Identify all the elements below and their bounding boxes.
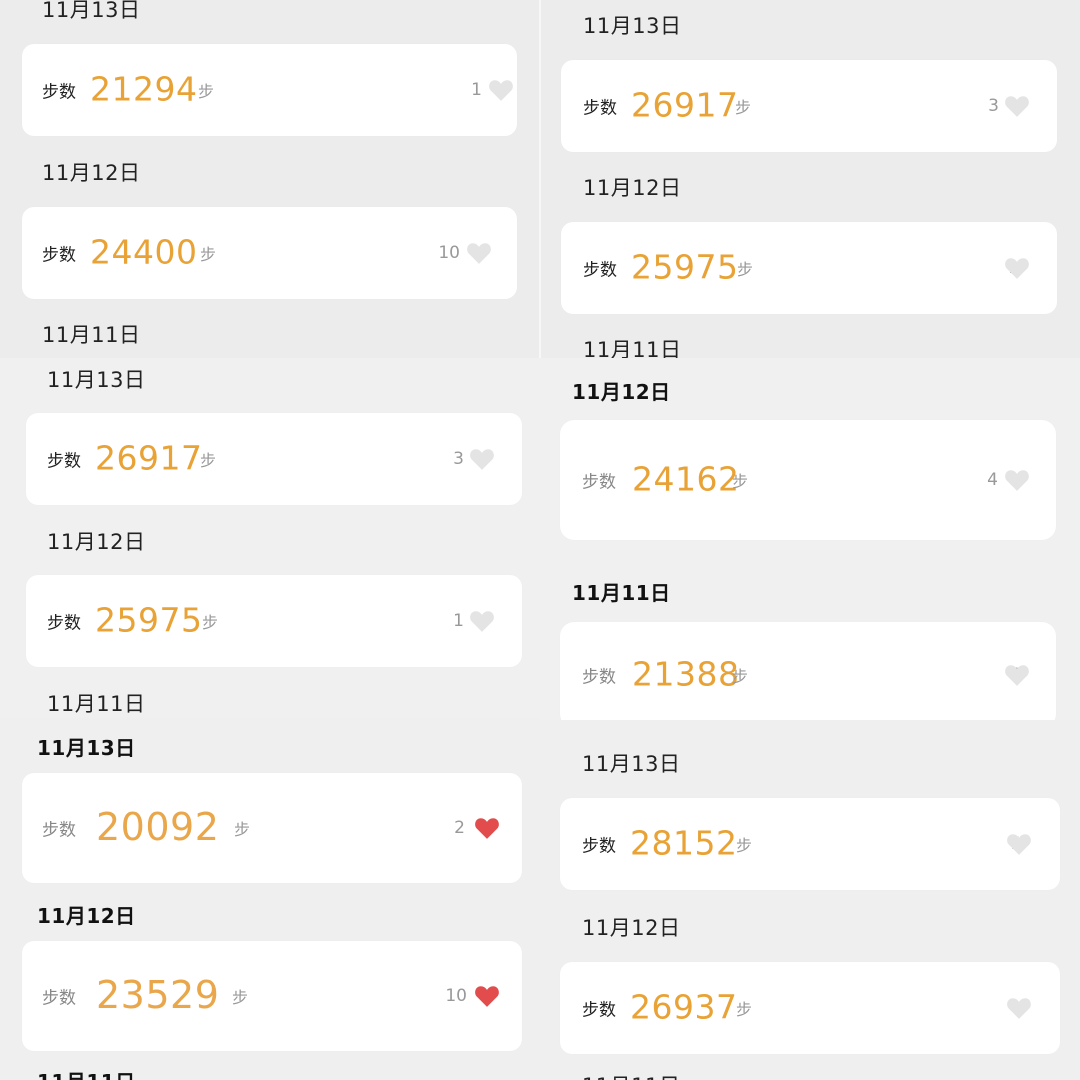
date-header: 11月11日 [572, 581, 671, 605]
step-label: 步数 [42, 820, 76, 841]
step-count: 25975 [95, 600, 203, 640]
step-count: 20092 [96, 805, 220, 850]
date-header: 11月13日 [582, 752, 681, 776]
heart-icon[interactable] [1006, 996, 1032, 1020]
step-unit: 步 [735, 98, 752, 117]
heart-icon[interactable] [1006, 832, 1032, 856]
step-feed-panel-5: 11月13日 步数 20092 步 2 11月12日 步数 23529 步 10… [0, 718, 540, 1080]
step-label: 步数 [582, 836, 616, 857]
step-feed-panel-1: 11月13日 步数 21294 步 1 11月12日 步数 24400 步 10… [0, 0, 540, 358]
like-count: 10 [445, 986, 467, 1006]
step-card[interactable]: 步数 26917 步 3 [561, 60, 1057, 152]
heart-icon[interactable] [1004, 94, 1030, 118]
date-header: 11月12日 [37, 904, 136, 928]
like-count: 3 [453, 449, 464, 469]
step-unit: 步 [200, 451, 217, 470]
step-card[interactable]: 步数 20092 步 2 [22, 773, 522, 883]
panel-divider [539, 0, 541, 358]
heart-icon[interactable] [469, 447, 495, 471]
step-count: 25975 [631, 247, 739, 287]
step-card[interactable]: 步数 21294 步 1 [22, 44, 517, 136]
step-feed-panel-3: 11月13日 步数 26917 步 3 11月12日 步数 25975 步 1 … [0, 358, 540, 718]
step-label: 步数 [583, 260, 617, 281]
step-unit: 步 [732, 667, 749, 686]
heart-icon[interactable] [474, 984, 500, 1008]
step-unit: 步 [736, 836, 753, 855]
heart-icon[interactable] [1004, 663, 1030, 687]
heart-icon[interactable] [474, 816, 500, 840]
step-count: 24400 [90, 232, 198, 272]
step-count: 26917 [95, 438, 203, 478]
step-label: 步数 [42, 245, 76, 266]
step-card[interactable]: 步数 28152 步 7 [560, 798, 1060, 890]
step-card[interactable]: 步数 23529 步 10 [22, 941, 522, 1051]
step-feed-panel-4: 11月12日 步数 24162 步 4 11月11日 步数 21388 步 6 [540, 358, 1080, 720]
step-count: 28152 [630, 823, 738, 863]
heart-icon[interactable] [469, 609, 495, 633]
step-label: 步数 [582, 1000, 616, 1021]
step-card[interactable]: 步数 24162 步 4 [560, 420, 1056, 540]
step-feed-panel-2: 11月13日 步数 26917 步 3 11月12日 步数 25975 步 1 … [541, 0, 1080, 358]
step-unit: 步 [232, 988, 249, 1007]
step-label: 步数 [582, 472, 616, 493]
like-count: 1 [471, 80, 482, 100]
step-unit: 步 [200, 245, 217, 264]
like-count: 10 [438, 243, 460, 263]
step-card[interactable]: 步数 26917 步 3 [26, 413, 522, 505]
step-label: 步数 [47, 613, 81, 634]
date-header: 11月13日 [583, 14, 682, 38]
like-count: 2 [454, 818, 465, 838]
step-unit: 步 [737, 260, 754, 279]
date-header: 11月12日 [583, 176, 682, 200]
step-label: 步数 [582, 667, 616, 688]
step-label: 步数 [47, 451, 81, 472]
date-header: 11月11日 [582, 1070, 680, 1080]
date-header: 11月13日 [37, 736, 136, 760]
step-label: 步数 [42, 988, 76, 1009]
like-count: 1 [453, 611, 464, 631]
heart-icon[interactable] [488, 78, 514, 102]
step-feed-panel-6: 11月13日 步数 28152 步 7 11月12日 步数 26937 步 4 … [540, 720, 1080, 1080]
step-label: 步数 [42, 82, 76, 103]
step-unit: 步 [234, 820, 251, 839]
date-header: 11月12日 [42, 161, 141, 185]
step-count: 24162 [632, 459, 740, 499]
step-card[interactable]: 步数 21388 步 6 [560, 622, 1056, 720]
step-unit: 步 [198, 82, 215, 101]
step-unit: 步 [202, 613, 219, 632]
date-header: 11月12日 [572, 380, 671, 404]
heart-icon[interactable] [1004, 468, 1030, 492]
date-header: 11月11日 [42, 323, 141, 347]
date-header: 11月12日 [582, 916, 681, 940]
step-count: 26917 [631, 85, 739, 125]
step-label: 步数 [583, 98, 617, 119]
like-count: 3 [988, 96, 999, 116]
step-count: 23529 [96, 973, 220, 1018]
date-header: 11月11日 [583, 338, 682, 358]
step-card[interactable]: 步数 24400 步 10 [22, 207, 517, 299]
step-card[interactable]: 步数 25975 步 1 [561, 222, 1057, 314]
date-header: 11月13日 [47, 368, 146, 392]
step-count: 21388 [632, 654, 740, 694]
step-count: 26937 [630, 987, 738, 1027]
heart-icon[interactable] [466, 241, 492, 265]
date-header: 11月11日 [47, 692, 146, 716]
step-card[interactable]: 步数 25975 步 1 [26, 575, 522, 667]
date-header: 11月12日 [47, 530, 146, 554]
step-unit: 步 [736, 1000, 753, 1019]
step-card[interactable]: 步数 26937 步 4 [560, 962, 1060, 1054]
step-unit: 步 [732, 472, 749, 491]
date-header: 11月11日 [37, 1066, 136, 1080]
date-header: 11月13日 [42, 0, 141, 22]
heart-icon[interactable] [1004, 256, 1030, 280]
step-count: 21294 [90, 69, 198, 109]
like-count: 4 [987, 470, 998, 490]
